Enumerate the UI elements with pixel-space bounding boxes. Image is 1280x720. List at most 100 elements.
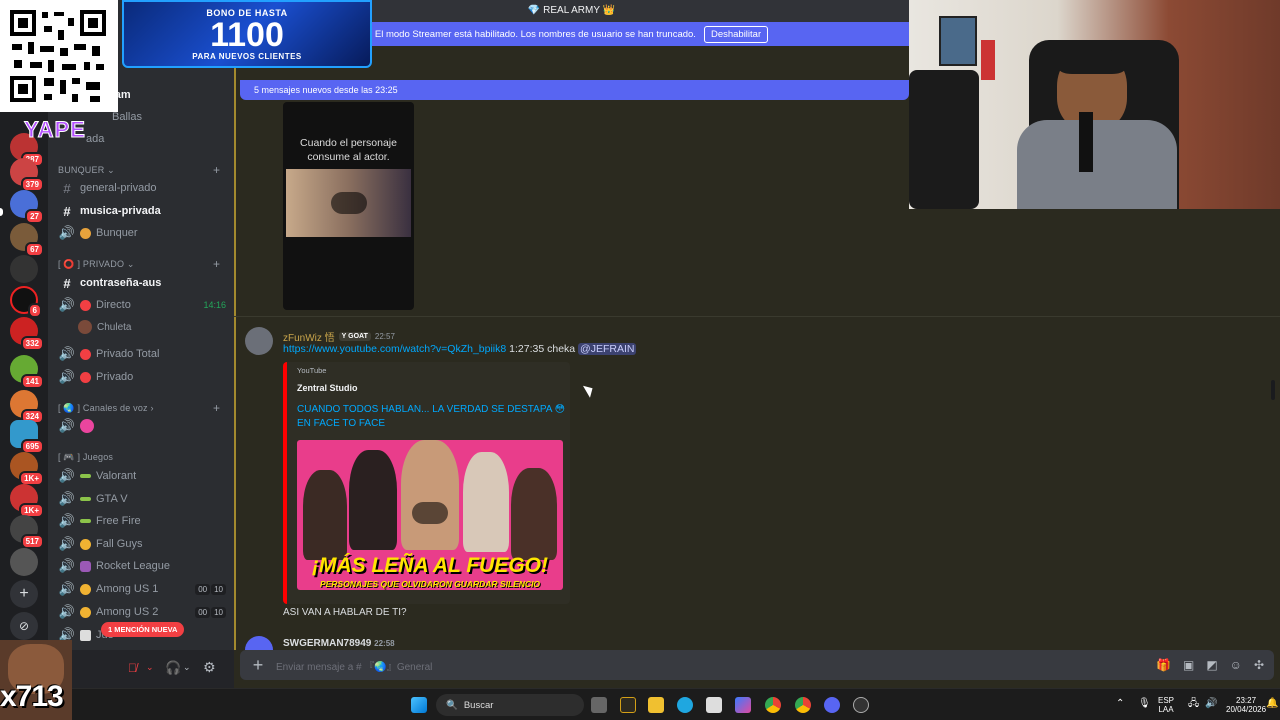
emoji-icon[interactable]: ☺	[1230, 658, 1242, 672]
server-icon[interactable]: 141	[10, 355, 44, 389]
channel-among-us-2[interactable]: 🔊 Among US 2 00 10	[58, 603, 226, 621]
headphones-icon[interactable]: 🎧	[165, 660, 181, 676]
category-bunquer[interactable]: BUNQUER ⌄ +	[58, 163, 220, 177]
embed-title[interactable]: CUANDO TODOS HABLAN... LA VERDAD SE DEST…	[297, 403, 567, 431]
notification-icon[interactable]: 🔔	[1266, 699, 1278, 709]
channel-label: Directo	[96, 299, 131, 311]
play-icon[interactable]	[331, 192, 367, 214]
message-input[interactable]: + Enviar mensaje a # 『🌏』General 🎁 ▣ ◩ ☺ …	[240, 650, 1274, 680]
server-icon[interactable]	[10, 548, 38, 576]
channel-fallguys[interactable]: 🔊 Fall Guys	[58, 535, 226, 553]
video-attachment[interactable]: Cuando el personaje consume al actor.	[283, 102, 414, 310]
channel-partial[interactable]: pam	[108, 86, 234, 104]
guild-tag[interactable]: Y GOAT	[338, 332, 371, 341]
channel-privado[interactable]: 🔊 Privado	[58, 368, 226, 386]
app-icon[interactable]	[620, 697, 636, 713]
channel-contrasena[interactable]: # contraseña-aus	[58, 274, 226, 292]
server-icon[interactable]: 1K+	[10, 484, 44, 518]
chevron-down-icon[interactable]: ⌄	[146, 662, 154, 673]
disable-streamer-button[interactable]: Deshabilitar	[703, 25, 769, 43]
network-icon[interactable]: 🖧	[1188, 699, 1199, 709]
chevron-down-icon[interactable]: ⌄	[183, 662, 191, 673]
microphone-icon[interactable]: 🎙	[1138, 699, 1151, 709]
server-icon[interactable]: 67	[10, 223, 44, 257]
category-privado[interactable]: [ ⭕ ] PRIVADO ⌄ +	[58, 257, 220, 271]
channel-bunquer[interactable]: 🔊 Bunquer	[58, 224, 226, 242]
server-icon[interactable]: 695	[10, 420, 44, 454]
user-mention[interactable]: @JEFRAIN	[578, 343, 637, 355]
channel-partial[interactable]: Ballas	[112, 108, 234, 126]
server-icon[interactable]: 1K+	[10, 452, 44, 486]
new-mention-badge[interactable]: 1 MENCIÓN NUEVA	[101, 622, 185, 637]
chevron-up-icon[interactable]: ⌃	[1116, 699, 1124, 709]
add-channel-icon[interactable]: +	[213, 163, 220, 177]
discord-icon[interactable]	[824, 697, 840, 713]
taskbar-search[interactable]: 🔍 Buscar	[436, 694, 584, 716]
message-placeholder[interactable]: Enviar mensaje a # 『🌏』General	[276, 658, 1156, 673]
category-juegos[interactable]: [ 🎮 ] Juegos	[58, 452, 113, 463]
channel-voice-discord[interactable]: 🔊	[58, 417, 226, 435]
apps-icon[interactable]: ✣	[1254, 658, 1264, 672]
server-icon[interactable]: 6	[10, 286, 42, 318]
add-channel-icon[interactable]: +	[213, 257, 220, 271]
channel-privado-total[interactable]: 🔊 Privado Total	[58, 345, 226, 363]
channel-freefire[interactable]: 🔊 Free Fire	[58, 512, 226, 530]
server-icon[interactable]: 517	[10, 515, 44, 549]
embed-provider[interactable]: YouTube	[297, 366, 326, 375]
channel-label: Valorant	[96, 470, 137, 482]
embed-thumbnail[interactable]: ¡MÁS LEÑA AL FUEGO! PERSONAJES QUE OLVID…	[297, 440, 563, 590]
new-messages-bar[interactable]: 5 mensajes nuevos desde las 23:25	[240, 80, 909, 100]
channel-label: Privado Total	[96, 348, 160, 360]
channel-rocket-league[interactable]: 🔊 Rocket League	[58, 557, 226, 575]
add-channel-icon[interactable]: +	[213, 401, 220, 415]
voice-user-chuleta[interactable]: Chuleta	[78, 318, 226, 336]
username[interactable]: SWGERMAN78949	[283, 638, 371, 649]
channel-valorant[interactable]: 🔊 Valorant	[58, 467, 226, 485]
obs-icon[interactable]	[853, 697, 869, 713]
channel-gtav[interactable]: 🔊 GTA V	[58, 490, 226, 508]
gif-icon[interactable]: ▣	[1183, 658, 1194, 672]
windows-start-icon[interactable]	[411, 697, 427, 713]
chrome-icon[interactable]	[795, 697, 811, 713]
settings-gear-icon[interactable]: ⚙	[203, 659, 216, 676]
selected-indicator	[0, 208, 3, 216]
category-voz[interactable]: [ 🌏 ] Canales de voz › +	[58, 401, 220, 415]
server-icon[interactable]	[10, 255, 38, 283]
clock[interactable]: 23:27 20/04/2026	[1226, 696, 1266, 714]
channel-among-us-1[interactable]: 🔊 Among US 1 00 10	[58, 580, 226, 598]
channel-directo[interactable]: 🔊 Directo 14:16	[58, 296, 226, 314]
gift-icon[interactable]: 🎁	[1156, 658, 1171, 672]
speaker-icon: 🔊	[58, 558, 76, 573]
avatar[interactable]	[245, 327, 273, 355]
thumbnail-person	[401, 440, 459, 550]
divider	[234, 316, 1280, 317]
scrollbar-thumb[interactable]	[1271, 380, 1275, 400]
channel-label: general-privado	[80, 182, 157, 194]
channel-musica-privada[interactable]: # musica-privada	[58, 202, 226, 220]
copilot-icon[interactable]	[735, 697, 751, 713]
volume-icon[interactable]: 🔊	[1205, 699, 1217, 709]
chrome-icon[interactable]	[765, 697, 781, 713]
mute-icon[interactable]: 🎙̸	[128, 661, 137, 675]
store-icon[interactable]	[706, 697, 722, 713]
username[interactable]: zFunWiz 悟	[283, 329, 335, 344]
server-icon[interactable]: 379	[10, 158, 44, 192]
channel-general-privado[interactable]: # general-privado	[58, 179, 226, 197]
play-icon[interactable]	[412, 502, 448, 524]
speaker-icon: 🔊	[58, 513, 76, 528]
message-link[interactable]: https://www.youtube.com/watch?v=QkZh_bpi…	[283, 343, 506, 355]
server-icon[interactable]: 27	[10, 190, 44, 224]
language-indicator[interactable]: ESP LAA	[1158, 696, 1174, 714]
file-explorer-icon[interactable]	[648, 697, 664, 713]
server-icon[interactable]: 332	[10, 317, 44, 351]
edge-icon[interactable]	[677, 697, 693, 713]
server-icon[interactable]: 324	[10, 390, 44, 424]
add-server-icon[interactable]: +	[10, 580, 38, 608]
embed-author[interactable]: Zentral Studio	[297, 383, 358, 393]
discover-icon[interactable]: ⊘	[10, 612, 38, 640]
channel-partial[interactable]: ada	[86, 130, 234, 148]
sticker-icon[interactable]: ◩	[1206, 658, 1217, 672]
avatar[interactable]	[245, 636, 273, 650]
add-attachment-icon[interactable]: +	[240, 655, 276, 676]
task-view-icon[interactable]	[591, 697, 607, 713]
